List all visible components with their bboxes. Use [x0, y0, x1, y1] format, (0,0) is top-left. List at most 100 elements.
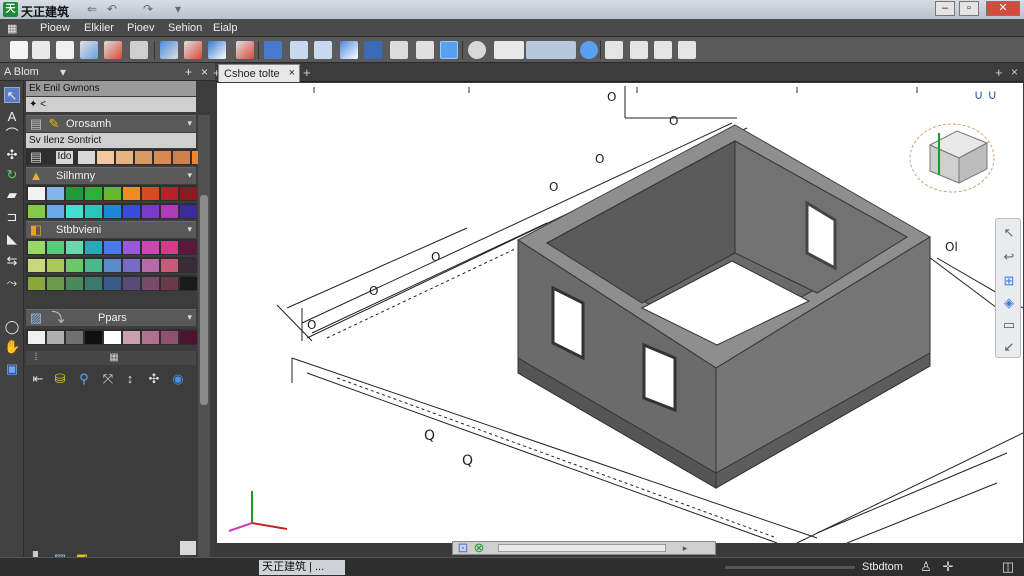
palette-pin-icon[interactable]: + — [185, 65, 192, 79]
print-icon[interactable] — [130, 41, 148, 59]
color-swatch[interactable] — [28, 241, 45, 254]
color-swatch[interactable] — [135, 151, 152, 164]
color-swatch[interactable] — [47, 277, 64, 290]
color-swatch[interactable] — [104, 187, 121, 200]
cut-icon[interactable] — [80, 41, 98, 59]
color-swatch[interactable] — [142, 187, 159, 200]
document-icon[interactable] — [290, 41, 308, 59]
chevron-down-icon[interactable]: ▾ — [187, 118, 192, 129]
tab-drawing[interactable]: Cshoe tolte × — [218, 64, 300, 82]
search-input[interactable]: ✦ < — [26, 97, 196, 112]
erase-icon[interactable] — [184, 41, 202, 59]
color-swatch[interactable] — [47, 241, 64, 254]
color-swatch[interactable] — [142, 331, 159, 344]
color-swatch[interactable] — [180, 331, 197, 344]
layout-icon[interactable]: ⊗ — [471, 540, 487, 556]
close-button[interactable]: ✕ — [986, 1, 1020, 16]
model-icon[interactable]: ⊡ — [455, 540, 471, 556]
scroll-thumb[interactable] — [498, 544, 666, 552]
color-swatch[interactable] — [66, 259, 83, 272]
chevron-down-icon[interactable]: ▾ — [187, 224, 192, 235]
palette-close-icon[interactable]: × — [201, 65, 208, 79]
color-swatch[interactable] — [161, 277, 178, 290]
status-fullscreen-icon[interactable]: ◫ — [1000, 559, 1016, 575]
color-swatch[interactable] — [85, 187, 102, 200]
stretch-tool-icon[interactable]: ⤳ — [4, 275, 20, 291]
color-swatch[interactable] — [180, 241, 197, 254]
bucket-icon[interactable]: ⛁ — [52, 371, 68, 387]
color-swatch[interactable] — [142, 241, 159, 254]
color-swatch[interactable] — [85, 259, 102, 272]
section-silhmny[interactable]: ▲ Silhmny ▾ — [26, 167, 196, 184]
cross-icon[interactable]: ✣ — [146, 371, 162, 387]
color-swatch[interactable] — [161, 331, 178, 344]
small-pin-icon[interactable]: ⁞ — [28, 350, 44, 366]
save-file-icon[interactable] — [56, 41, 74, 59]
color-swatch[interactable] — [142, 277, 159, 290]
menu-item-1[interactable]: Pioew — [40, 22, 70, 34]
chevron-down-icon[interactable]: ▾ — [187, 312, 192, 323]
new-tab-icon[interactable]: + — [303, 65, 311, 80]
color-swatch[interactable] — [85, 241, 102, 254]
color-swatch[interactable] — [123, 205, 140, 218]
color-swatch[interactable] — [123, 241, 140, 254]
color-swatch[interactable] — [66, 205, 83, 218]
measure-icon[interactable]: ↕ — [122, 371, 138, 387]
nav-pan-icon[interactable]: ↖ — [1001, 225, 1017, 241]
color-swatch[interactable] — [104, 241, 121, 254]
color-swatch[interactable] — [123, 187, 140, 200]
select-arrow-icon[interactable]: ↖ — [4, 87, 20, 103]
sheet-icon[interactable] — [340, 41, 358, 59]
magnify-icon[interactable]: ⚲ — [76, 371, 92, 387]
nav-orbit-icon[interactable]: ↩ — [1001, 249, 1017, 265]
zoom-icon[interactable] — [468, 41, 486, 59]
settings-icon[interactable] — [678, 41, 696, 59]
color-swatch[interactable] — [161, 187, 178, 200]
color-swatch[interactable] — [28, 187, 45, 200]
close-tab-icon[interactable]: × — [1011, 65, 1018, 79]
menu-item-4[interactable]: Sehion — [168, 22, 202, 34]
properties-tool-icon[interactable]: ▣ — [4, 361, 20, 377]
layer-icon[interactable] — [264, 41, 282, 59]
view-dropdown[interactable] — [526, 41, 576, 59]
color-swatch[interactable] — [142, 205, 159, 218]
color-swatch[interactable] — [180, 277, 197, 290]
menu-item-5[interactable]: Eialp — [213, 22, 237, 34]
globe-icon[interactable]: ◉ — [170, 371, 186, 387]
active-view-icon[interactable] — [440, 41, 458, 59]
palette-scrollbar[interactable] — [198, 115, 210, 560]
undo-icon[interactable]: ↶ — [104, 2, 120, 17]
color-swatch[interactable] — [180, 205, 197, 218]
rotate-tool-icon[interactable]: ↻ — [4, 167, 20, 183]
color-swatch[interactable] — [104, 277, 121, 290]
dimension-icon[interactable] — [630, 41, 648, 59]
status-snap-icon[interactable]: ♙ — [918, 559, 934, 575]
palette-corner-button[interactable] — [180, 541, 196, 555]
maximize-button[interactable]: ▫ — [959, 1, 979, 16]
brush-icon[interactable] — [208, 41, 226, 59]
orbit-tool-icon[interactable]: ◯ — [4, 319, 20, 335]
snap-icon[interactable] — [605, 41, 623, 59]
quick-access-dropdown-icon[interactable]: ▾ — [170, 2, 186, 17]
color-swatch[interactable] — [66, 187, 83, 200]
color-swatch[interactable] — [85, 331, 102, 344]
color-swatch[interactable] — [104, 259, 121, 272]
erase-tool-icon[interactable]: ▰ — [4, 187, 20, 203]
trim-tool-icon[interactable]: ⊐ — [4, 209, 20, 225]
section-stbbvieni[interactable]: ◧ Stbbvieni ▾ — [26, 221, 196, 238]
color-swatch[interactable] — [66, 277, 83, 290]
color-swatch[interactable] — [28, 259, 45, 272]
color-swatch[interactable] — [161, 259, 178, 272]
palette-dropdown-icon[interactable]: ▾ — [60, 65, 66, 79]
color-swatch[interactable] — [142, 259, 159, 272]
grid-icon[interactable] — [364, 41, 382, 59]
move-tool-icon[interactable]: ✣ — [4, 147, 20, 163]
pencil-icon[interactable] — [160, 41, 178, 59]
open-file-icon[interactable] — [32, 41, 50, 59]
scroll-right-icon[interactable]: ▸ — [677, 540, 693, 556]
menu-item-2[interactable]: Elkiler — [84, 22, 114, 34]
menu-item-3[interactable]: Pioev — [127, 22, 155, 34]
color-swatch[interactable] — [123, 331, 140, 344]
color-swatch[interactable] — [161, 205, 178, 218]
color-swatch[interactable] — [154, 151, 171, 164]
